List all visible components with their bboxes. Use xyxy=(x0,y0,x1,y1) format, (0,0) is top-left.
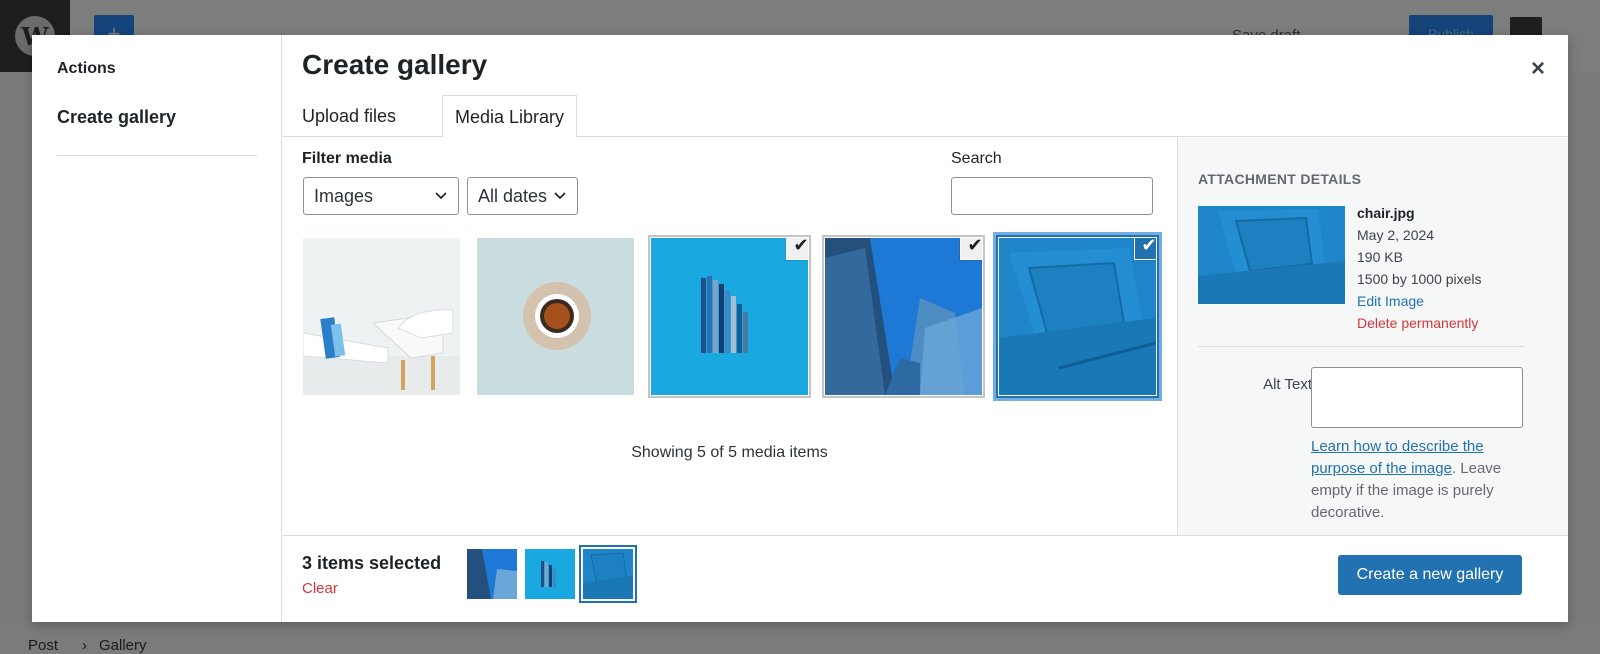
menu-separator xyxy=(57,155,257,156)
details-separator xyxy=(1198,346,1525,347)
menu-item-create-gallery[interactable]: Create gallery xyxy=(57,107,176,128)
media-item-coffee-cup[interactable] xyxy=(477,238,634,395)
tab-media-library[interactable]: Media Library xyxy=(442,95,578,138)
media-date-select[interactable]: All dates xyxy=(467,177,578,215)
media-modal: Actions Create gallery Create gallery × … xyxy=(32,35,1568,622)
editor-footer-breadcrumb: Post › Gallery xyxy=(0,622,1600,654)
media-item-skyscrapers[interactable]: ✔ xyxy=(825,238,982,395)
media-item-blue-pencils[interactable]: ✔ xyxy=(651,238,808,395)
breadcrumb-separator: › xyxy=(82,637,87,654)
modal-menu: Actions Create gallery xyxy=(32,35,282,622)
coffee-cup-image xyxy=(477,238,634,395)
blue-pencils-image xyxy=(651,238,808,395)
breadcrumb-gallery[interactable]: Gallery xyxy=(99,637,147,654)
search-label: Search xyxy=(951,150,1002,167)
media-type-value: Images xyxy=(314,186,374,206)
media-item-chair[interactable]: ✔ xyxy=(999,238,1156,395)
chevron-down-icon xyxy=(553,178,567,227)
clear-selection-link[interactable]: Clear xyxy=(302,580,338,597)
checkmark-icon[interactable]: ✔ xyxy=(786,238,808,260)
attachment-filename: chair.jpg xyxy=(1357,205,1415,221)
attachment-dimensions: 1500 by 1000 pixels xyxy=(1357,271,1482,287)
selection-count: 3 items selected xyxy=(302,553,442,573)
attachment-details: ATTACHMENT DETAILS chair.jpg May 2, 2024… xyxy=(1177,138,1568,535)
modal-tabs: Upload files Media Library xyxy=(283,95,1568,138)
modal-title: Create gallery xyxy=(302,49,488,80)
menu-heading: Actions xyxy=(57,60,116,77)
media-item-white-table-chairs[interactable] xyxy=(303,238,460,395)
media-browser: Filter media Images All dates Search ✔ ✔… xyxy=(283,138,1176,535)
media-date-value: All dates xyxy=(478,186,548,206)
tab-upload-files[interactable]: Upload files xyxy=(290,95,408,138)
edit-image-link[interactable]: Edit Image xyxy=(1357,290,1482,312)
table-chairs-image xyxy=(303,238,460,395)
delete-permanently-link[interactable]: Delete permanently xyxy=(1357,312,1482,334)
close-icon[interactable]: × xyxy=(1518,50,1558,90)
selection-thumb-skyscrapers[interactable] xyxy=(467,549,517,599)
modal-toolbar: 3 items selected Clear Create a new gall… xyxy=(283,535,1568,622)
checkmark-icon[interactable]: ✔ xyxy=(960,238,982,260)
media-type-select[interactable]: Images xyxy=(303,177,459,215)
checkmark-icon[interactable]: ✔ xyxy=(1134,238,1156,260)
skyscrapers-image xyxy=(825,238,982,395)
filter-media-label: Filter media xyxy=(302,150,392,167)
alt-text-field[interactable] xyxy=(1311,367,1523,428)
selection-thumb-pencils[interactable] xyxy=(525,549,575,599)
attachment-date: May 2, 2024 xyxy=(1357,227,1435,243)
attachment-size: 190 KB xyxy=(1357,249,1403,265)
attachment-details-heading: ATTACHMENT DETAILS xyxy=(1198,171,1362,187)
alt-text-label: Alt Text xyxy=(1263,376,1312,393)
create-new-gallery-button[interactable]: Create a new gallery xyxy=(1338,555,1522,595)
attachment-info: chair.jpg May 2, 2024 190 KB 1500 by 100… xyxy=(1357,202,1482,334)
breadcrumb-post[interactable]: Post xyxy=(28,637,58,654)
alt-text-help: Learn how to describe the purpose of the… xyxy=(1311,436,1526,524)
attachment-thumbnail xyxy=(1198,206,1345,304)
search-input[interactable] xyxy=(951,177,1153,215)
media-count-status: Showing 5 of 5 media items xyxy=(631,444,828,461)
selection-thumb-chair[interactable] xyxy=(583,549,633,599)
chevron-down-icon xyxy=(434,178,448,227)
chair-image xyxy=(999,238,1156,395)
